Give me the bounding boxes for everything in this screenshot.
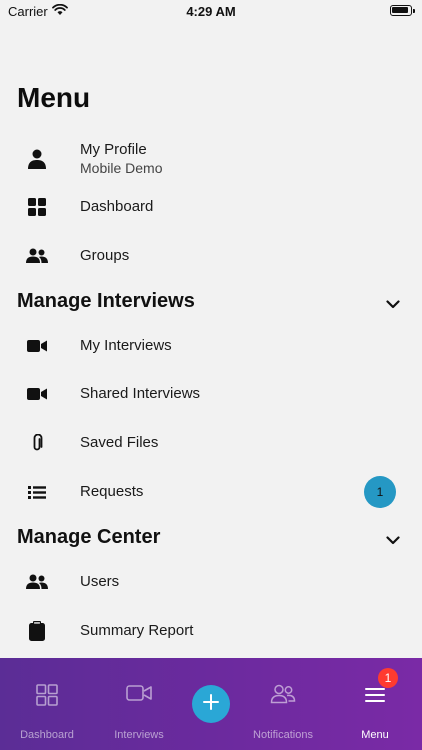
paperclip-icon	[26, 432, 48, 454]
menu-item-shared-interviews[interactable]: Shared Interviews	[0, 371, 422, 415]
tab-label: Dashboard	[20, 729, 74, 741]
menu-item-summary-report[interactable]: Summary Report	[0, 608, 422, 652]
battery-icon	[390, 5, 415, 16]
hamburger-icon	[333, 688, 417, 702]
tab-notifications[interactable]: Notifications	[241, 658, 325, 750]
chevron-down-icon[interactable]	[386, 532, 400, 550]
menu-item-label: My Interviews	[80, 337, 172, 354]
menu-item-label: Dashboard	[80, 198, 154, 215]
section-title: Manage Interviews	[17, 290, 195, 312]
tab-interviews[interactable]: Interviews	[97, 658, 181, 750]
clock: 4:29 AM	[186, 4, 236, 19]
menu-item-label: Groups	[80, 247, 130, 264]
menu-item-label: Saved Files	[80, 434, 159, 451]
menu-item-dashboard[interactable]: Dashboard	[0, 184, 422, 228]
people-icon	[26, 571, 48, 593]
profile-subtitle: Mobile Demo	[80, 160, 163, 176]
menu-notification-badge: 1	[378, 668, 398, 688]
chevron-down-icon[interactable]	[386, 296, 400, 314]
list-icon	[26, 481, 48, 503]
grid-icon	[26, 196, 48, 218]
menu-item-saved-files[interactable]: Saved Files	[0, 420, 422, 464]
tab-label: Interviews	[114, 729, 164, 741]
menu-item-label: Requests	[80, 483, 144, 500]
person-icon	[26, 148, 48, 170]
menu-item-label: Users	[80, 573, 120, 590]
menu-item-requests[interactable]: Requests 1	[0, 469, 422, 513]
requests-count-badge: 1	[364, 476, 396, 508]
tab-label: Notifications	[253, 729, 313, 741]
tab-label: Menu	[361, 729, 389, 741]
video-icon	[26, 335, 48, 357]
grid-outline-icon	[5, 684, 89, 706]
status-bar: Carrier 4:29 AM	[0, 0, 422, 24]
menu-item-label: Summary Report	[80, 622, 194, 639]
menu-item-my-interviews[interactable]: My Interviews	[0, 323, 422, 367]
clipboard-icon	[26, 620, 48, 642]
video-outline-icon	[97, 684, 181, 702]
menu-item-label: My Profile	[80, 141, 147, 158]
menu-item-groups[interactable]: Groups	[0, 233, 422, 277]
people-icon	[26, 245, 48, 267]
menu-item-label: Shared Interviews	[80, 385, 201, 402]
add-button[interactable]	[192, 685, 230, 723]
tab-dashboard[interactable]: Dashboard	[5, 658, 89, 750]
tab-menu[interactable]: Menu	[333, 658, 417, 750]
section-manage-interviews[interactable]: Manage Interviews	[0, 286, 422, 320]
page-title: Menu	[17, 82, 91, 113]
menu-item-users[interactable]: Users	[0, 559, 422, 603]
people-outline-icon	[241, 684, 325, 704]
video-icon	[26, 383, 48, 405]
section-title: Manage Center	[17, 526, 161, 548]
menu-item-my-profile[interactable]: My Profile Mobile Demo	[0, 138, 422, 182]
section-manage-center[interactable]: Manage Center	[0, 522, 422, 556]
plus-icon	[203, 693, 219, 715]
